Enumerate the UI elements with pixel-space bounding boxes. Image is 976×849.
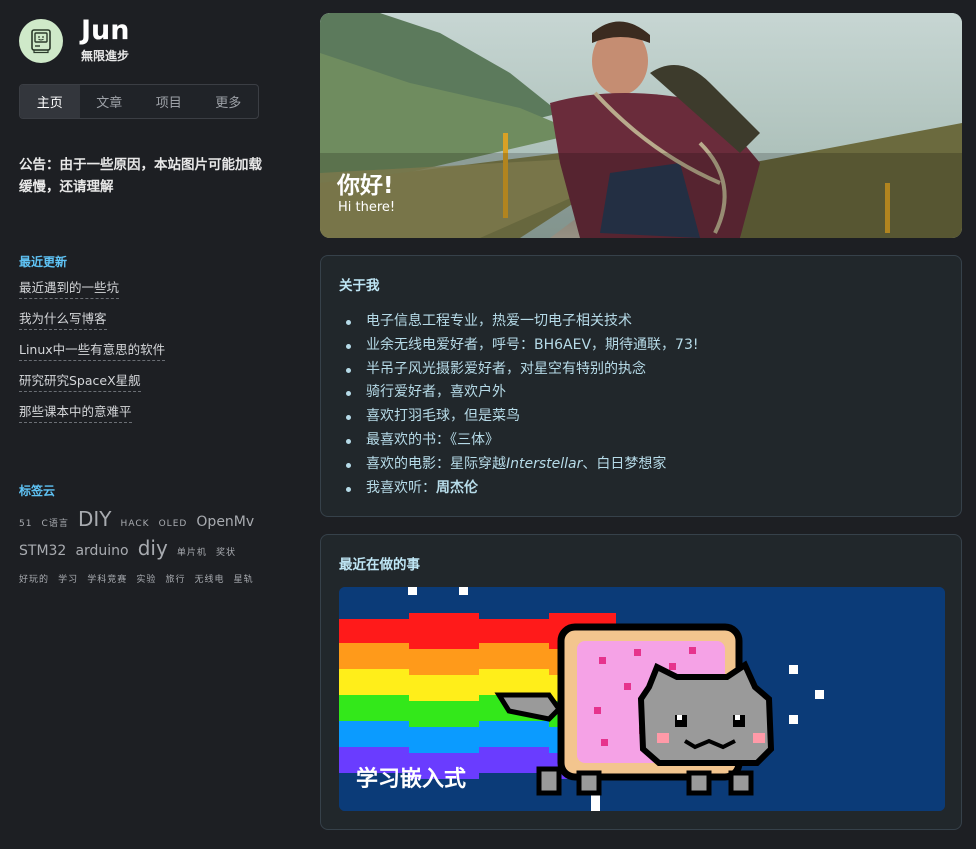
recent-updates: 最近更新 最近遇到的一些坑 我为什么写博客 Linux中一些有意思的软件 研究研… (19, 253, 264, 432)
movie-suffix: 、白日梦想家 (582, 455, 667, 472)
tag-link[interactable]: OLED (159, 519, 188, 529)
main-nav: 主页 文章 项目 更多 (19, 84, 259, 119)
nav-articles[interactable]: 文章 (80, 85, 140, 118)
avatar[interactable] (19, 18, 63, 63)
tag-link[interactable]: 奖状 (216, 548, 236, 558)
tag-link[interactable]: 51 (19, 519, 32, 529)
tag-cloud-section: 标签云 51 C语言 DIY HACK OLED OpenMv STM32 ar… (19, 482, 264, 592)
list-item: 骑行爱好者，喜欢户外 (339, 381, 943, 405)
retro-computer-icon (31, 28, 51, 53)
recent-post-link[interactable]: 那些课本中的意难平 (19, 401, 132, 423)
tag-link[interactable]: 好玩的 (19, 575, 49, 585)
list-item: 半吊子风光摄影爱好者，对星空有特别的执念 (339, 358, 943, 382)
nav-projects[interactable]: 项目 (139, 85, 199, 118)
list-item: 业余无线电爱好者，呼号：BH6AEV，期待通联，73! (339, 334, 943, 358)
tag-link[interactable]: 单片机 (177, 548, 207, 558)
about-title: 关于我 (339, 278, 380, 294)
tag-link[interactable]: 无线电 (195, 575, 225, 585)
movie-prefix: 喜欢的电影：星际穿越 (366, 455, 506, 472)
tag-link[interactable]: arduino (75, 543, 128, 559)
site-brand[interactable]: Jun 無限進步 (19, 17, 264, 64)
recent-updates-title: 最近更新 (19, 255, 68, 269)
site-notice: 公告：由于一些原因，本站图片可能加载缓慢，还请理解 (19, 157, 262, 195)
tag-link[interactable]: 学习 (58, 575, 78, 585)
tag-link[interactable]: OpenMv (196, 514, 254, 530)
tag-link[interactable]: 学科竞赛 (87, 575, 127, 585)
doing-title: 最近在做的事 (339, 557, 420, 573)
tag-link[interactable]: STM32 (19, 543, 66, 559)
recent-post-link[interactable]: 最近遇到的一些坑 (19, 277, 120, 299)
music-artist: 周杰伦 (436, 479, 478, 496)
hero-title: 你好! (337, 173, 394, 199)
main-content: 你好! Hi there! 关于我 电子信息工程专业，热爱一切电子相关技术 业余… (320, 13, 962, 830)
nav-more[interactable]: 更多 (199, 85, 259, 118)
doing-caption: 学习嵌入式 (356, 767, 467, 792)
tag-link[interactable]: DIY (78, 507, 112, 531)
hero-banner: 你好! Hi there! (320, 13, 962, 238)
site-subtitle: 無限進步 (81, 49, 130, 63)
tag-link[interactable]: 星轨 (234, 575, 254, 585)
list-item: 最喜欢的书：《三体》 (339, 429, 943, 453)
recent-post-link[interactable]: 我为什么写博客 (19, 308, 107, 330)
nav-home[interactable]: 主页 (20, 85, 80, 118)
tag-link[interactable]: diy (138, 536, 168, 560)
tag-cloud: 51 C语言 DIY HACK OLED OpenMv STM32 arduin… (19, 507, 264, 592)
recent-post-link[interactable]: 研究研究SpaceX星舰 (19, 370, 141, 392)
doing-image[interactable]: 学习嵌入式 (339, 587, 945, 811)
list-item: 电子信息工程专业，热爱一切电子相关技术 (339, 310, 943, 334)
hero-subtitle: Hi there! (338, 200, 396, 215)
sidebar: Jun 無限進步 主页 文章 项目 更多 公告：由于一些原因，本站图片可能加载缓… (19, 17, 264, 592)
tag-link[interactable]: 实验 (136, 575, 156, 585)
tag-link[interactable]: 旅行 (165, 575, 185, 585)
list-item-music: 我喜欢听：周杰伦 (339, 477, 943, 501)
about-list: 电子信息工程专业，热爱一切电子相关技术 业余无线电爱好者，呼号：BH6AEV，期… (339, 310, 943, 500)
site-name[interactable]: Jun (81, 17, 130, 45)
tag-link[interactable]: C语言 (42, 519, 69, 529)
tag-cloud-title: 标签云 (19, 484, 56, 498)
music-prefix: 我喜欢听： (366, 479, 436, 496)
list-item-movie: 喜欢的电影：星际穿越Interstellar、白日梦想家 (339, 453, 943, 477)
doing-card: 最近在做的事 学习嵌入式 (320, 534, 962, 830)
tag-link[interactable]: HACK (121, 519, 150, 529)
hero-landscape-image (320, 13, 962, 238)
list-item: 喜欢打羽毛球，但是菜鸟 (339, 405, 943, 429)
movie-title-italic: Interstellar (506, 455, 583, 472)
recent-post-link[interactable]: Linux中一些有意思的软件 (19, 339, 166, 361)
about-card: 关于我 电子信息工程专业，热爱一切电子相关技术 业余无线电爱好者，呼号：BH6A… (320, 255, 962, 517)
